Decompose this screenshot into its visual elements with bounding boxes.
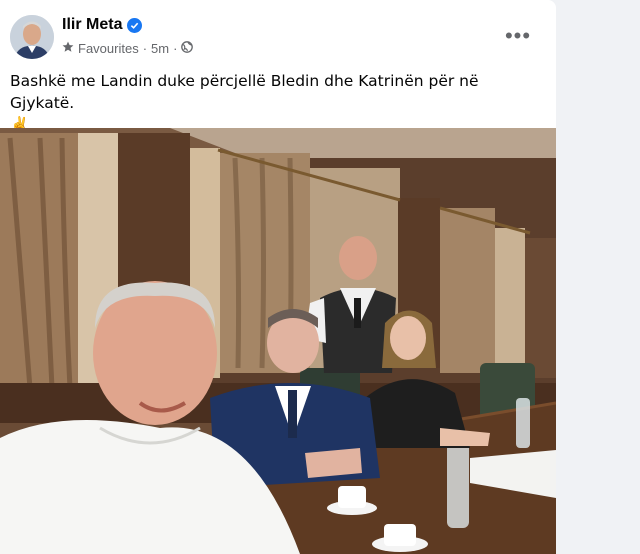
verified-badge-icon: [127, 17, 143, 33]
post-photo[interactable]: [0, 128, 556, 554]
post-message: Bashkë me Landin duke përcjellë Bledin d…: [10, 72, 479, 112]
star-icon: [62, 41, 74, 56]
post-meta: Favourites · 5m ·: [62, 41, 194, 56]
audience-label[interactable]: Favourites: [78, 41, 139, 56]
more-options-button[interactable]: •••: [500, 22, 536, 50]
globe-icon[interactable]: [181, 41, 194, 56]
author-avatar[interactable]: [10, 15, 54, 59]
meta-separator: ·: [142, 41, 148, 56]
avatar-image: [10, 15, 54, 59]
selfie-photo-image: [0, 128, 556, 554]
post-header: Ilir Meta Favourites · 5m · •••: [0, 0, 556, 64]
post-card: Ilir Meta Favourites · 5m · ••• Bashkë m…: [0, 0, 556, 554]
post-timestamp[interactable]: 5m: [151, 41, 169, 56]
author-line: Ilir Meta: [62, 16, 143, 34]
meta-separator-2: ·: [173, 41, 178, 56]
post-text: Bashkë me Landin duke përcjellë Bledin d…: [10, 70, 546, 136]
more-options-icon: •••: [504, 23, 532, 48]
author-name[interactable]: Ilir Meta: [62, 16, 122, 34]
